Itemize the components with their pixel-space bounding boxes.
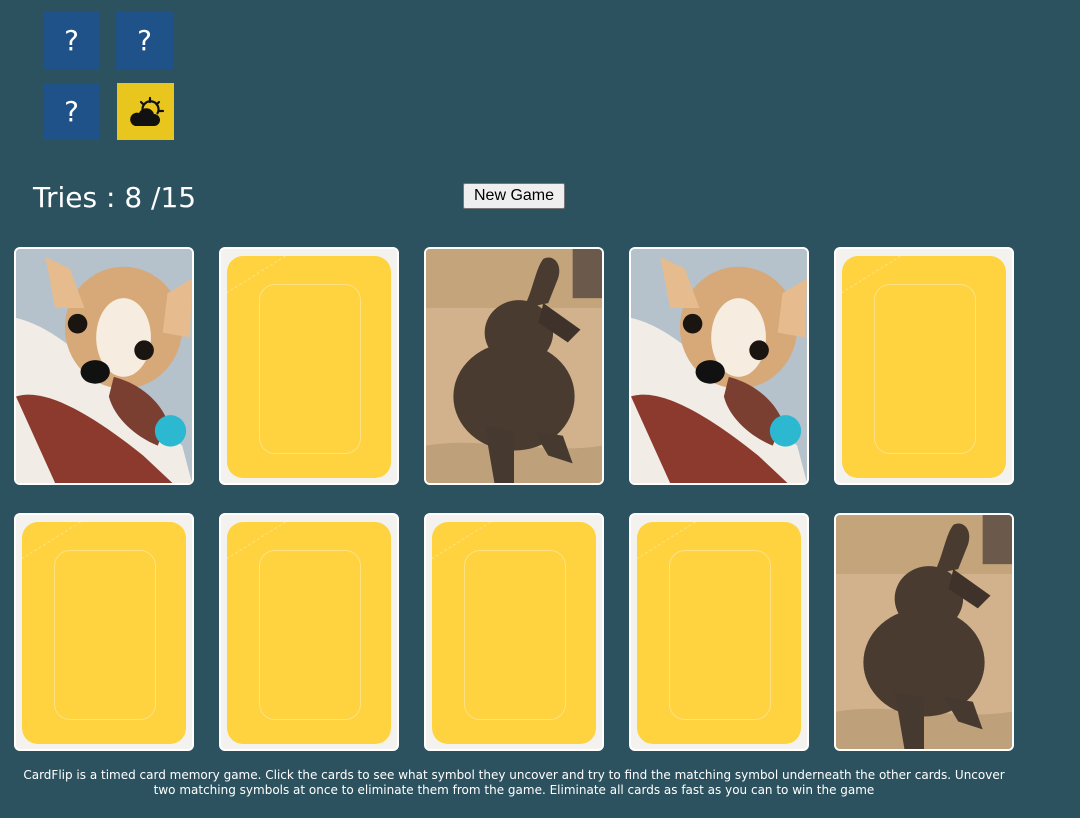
card-back-frame (259, 550, 361, 720)
symbol-tile[interactable]: ? (116, 12, 173, 69)
symbol-tile-revealed[interactable] (117, 83, 174, 140)
card-back-frame (669, 550, 771, 720)
elephant-image (836, 515, 1012, 749)
card-face-up-elephant[interactable] (834, 513, 1014, 751)
card-back-face (432, 522, 596, 744)
card-back-face (637, 522, 801, 744)
game-instructions: CardFlip is a timed card memory game. Cl… (23, 768, 1005, 797)
card-back-face (22, 522, 186, 744)
card-back-frame (464, 550, 566, 720)
card-face-up-puppy[interactable] (14, 247, 194, 485)
tries-counter: Tries : 8 /15 (33, 181, 197, 214)
elephant-image (426, 249, 602, 483)
weather-partly-cloudy-icon (129, 96, 164, 126)
new-game-button[interactable]: New Game (463, 183, 565, 209)
puppy-image (16, 249, 192, 483)
question-mark-icon: ? (137, 24, 152, 57)
question-mark-icon: ? (64, 24, 79, 57)
card-face-up-puppy[interactable] (629, 247, 809, 485)
card-back-frame (54, 550, 156, 720)
card-back-face (842, 256, 1006, 478)
question-mark-icon: ? (64, 95, 79, 128)
card-face-down[interactable] (834, 247, 1014, 485)
card-back-frame (259, 284, 361, 454)
card-face-down[interactable] (424, 513, 604, 751)
card-face-down[interactable] (14, 513, 194, 751)
card-face-down[interactable] (219, 247, 399, 485)
card-back-frame (874, 284, 976, 454)
card-face-down[interactable] (219, 513, 399, 751)
card-back-face (227, 256, 391, 478)
card-back-face (227, 522, 391, 744)
symbol-tile[interactable]: ? (43, 12, 100, 69)
puppy-image (631, 249, 807, 483)
card-face-up-elephant[interactable] (424, 247, 604, 485)
symbol-tile[interactable]: ? (43, 83, 100, 140)
card-face-down[interactable] (629, 513, 809, 751)
